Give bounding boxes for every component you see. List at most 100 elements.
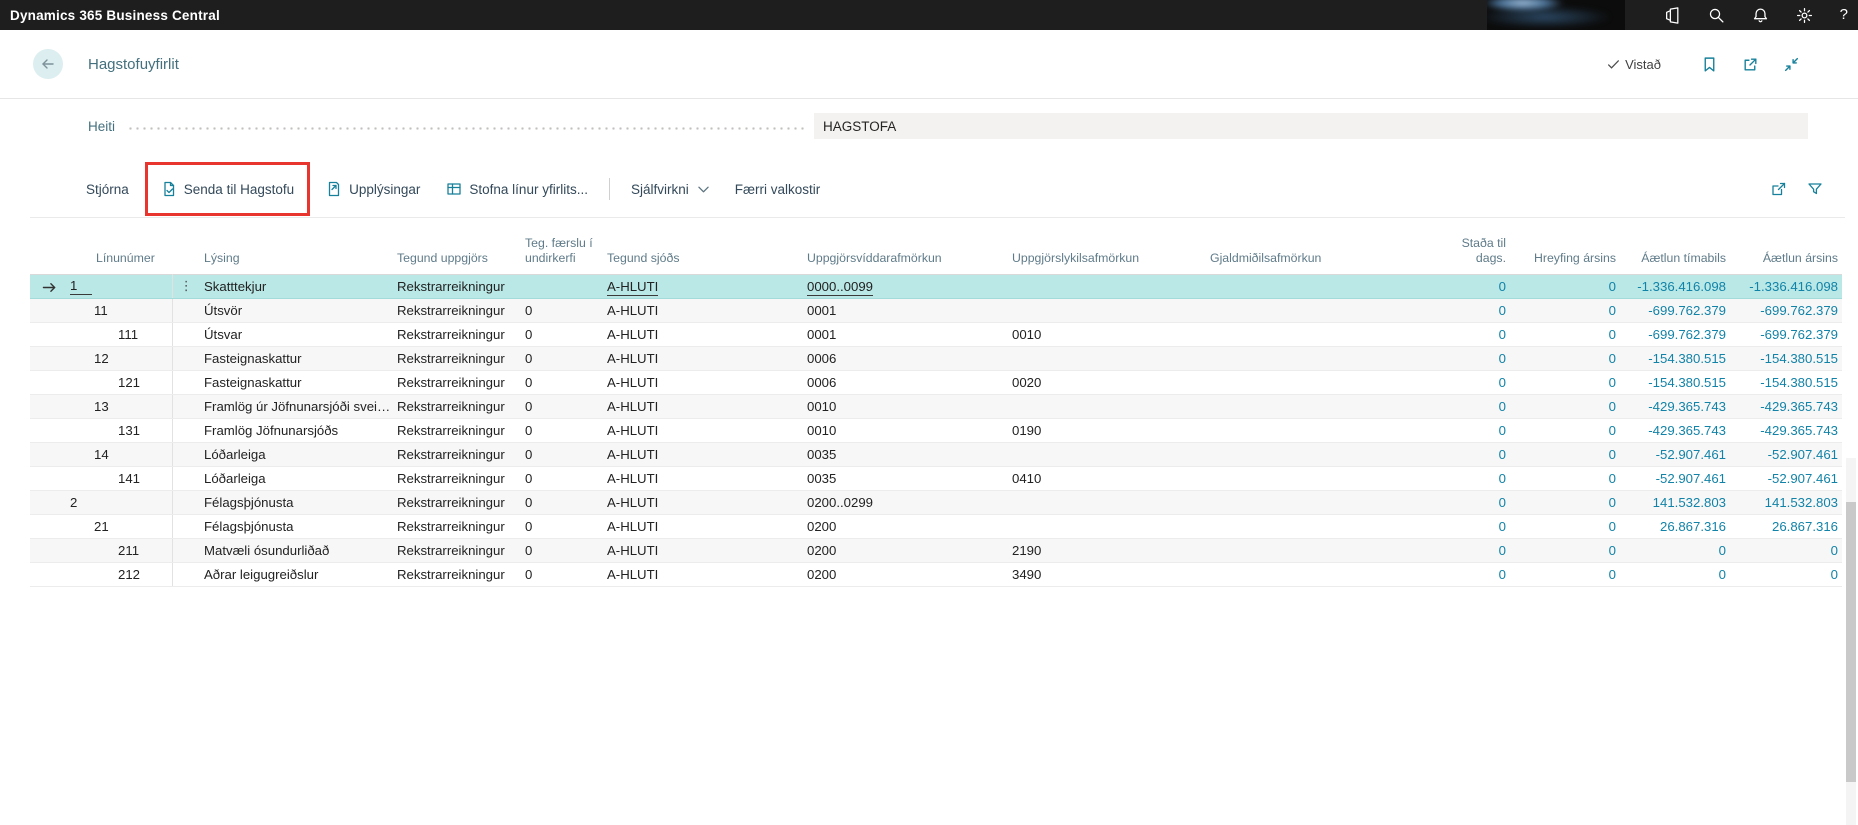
cell-gjaldmidils[interactable] [1208,442,1433,466]
cell-timabils[interactable]: 26.867.316 [1620,514,1730,538]
cell-timabils[interactable]: 141.532.803 [1620,490,1730,514]
cell-stada[interactable]: 0 [1433,370,1510,394]
cell-viddar[interactable]: 0006 [805,346,1010,370]
collapse-icon[interactable] [1783,56,1800,73]
cell-tegund_uppgjors[interactable]: Rekstrarreikningur [395,442,523,466]
cell-tegund_uppgjors[interactable]: Rekstrarreikningur [395,562,523,586]
cell-linunumer[interactable]: 111 [68,322,172,346]
cell-timabils[interactable]: -154.380.515 [1620,370,1730,394]
cell-gjaldmidils[interactable] [1208,298,1433,322]
col-header-gjaldmidils[interactable]: Gjaldmiðilsafmörkun [1208,230,1433,274]
cell-tegund_sjods[interactable]: A-HLUTI [605,538,805,562]
cell-timabils[interactable]: 0 [1620,562,1730,586]
search-icon[interactable] [1708,7,1725,24]
cell-hreyfing[interactable]: 0 [1510,418,1620,442]
cell-linunumer[interactable]: 2 [68,490,172,514]
cell-timabils[interactable]: -1.336.416.098 [1620,274,1730,298]
cell-tegund_sjods[interactable]: A-HLUTI [605,370,805,394]
cell-linunumer[interactable]: 131 [68,418,172,442]
cell-lysing[interactable]: Útsvar [202,322,395,346]
table-row[interactable]: 13Framlög úr Jöfnunarsjóði sveita...Reks… [30,394,1842,418]
cell-gjaldmidils[interactable] [1208,394,1433,418]
cell-arsins[interactable]: 141.532.803 [1730,490,1842,514]
cell-viddar[interactable]: 0001 [805,322,1010,346]
cell-tegund_uppgjors[interactable]: Rekstrarreikningur [395,466,523,490]
table-row[interactable]: 1⋮SkatttekjurRekstrarreikningurA-HLUTI00… [30,274,1842,298]
cell-tegund_uppgjors[interactable]: Rekstrarreikningur [395,490,523,514]
cell-lykils[interactable]: 0190 [1010,418,1208,442]
cell-hreyfing[interactable]: 0 [1510,538,1620,562]
cell-gjaldmidils[interactable] [1208,370,1433,394]
cell-timabils[interactable]: -699.762.379 [1620,298,1730,322]
cell-lysing[interactable]: Félagsþjónusta [202,490,395,514]
cell-arsins[interactable]: -429.365.743 [1730,394,1842,418]
cell-stada[interactable]: 0 [1433,298,1510,322]
cell-arsins[interactable]: -52.907.461 [1730,466,1842,490]
cell-stada[interactable]: 0 [1433,274,1510,298]
table-row[interactable]: 212Aðrar leigugreiðslurRekstrarreikningu… [30,562,1842,586]
cell-teg_faerslu[interactable]: 0 [523,514,605,538]
cell-stada[interactable]: 0 [1433,490,1510,514]
table-row[interactable]: 121FasteignaskatturRekstrarreikningur0A-… [30,370,1842,394]
heiti-input[interactable]: HAGSTOFA [814,113,1808,139]
fewer-options-button[interactable]: Færri valkostir [722,178,834,200]
scrollbar-thumb[interactable] [1846,502,1856,782]
cell-teg_faerslu[interactable] [523,274,605,298]
cell-arsins[interactable]: -429.365.743 [1730,418,1842,442]
share-icon[interactable] [1771,181,1787,197]
cell-lykils[interactable] [1010,514,1208,538]
cell-stada[interactable]: 0 [1433,562,1510,586]
cell-stada[interactable]: 0 [1433,418,1510,442]
upplysingar-button[interactable]: Upplýsingar [313,178,433,200]
cell-teg_faerslu[interactable]: 0 [523,418,605,442]
cell-stada[interactable]: 0 [1433,442,1510,466]
table-row[interactable]: 211Matvæli ósundurliðaðRekstrarreikningu… [30,538,1842,562]
cell-lykils[interactable] [1010,442,1208,466]
table-row[interactable]: 12FasteignaskatturRekstrarreikningur0A-H… [30,346,1842,370]
cell-lysing[interactable]: Skatttekjur [202,274,395,298]
cell-stada[interactable]: 0 [1433,538,1510,562]
popout-icon[interactable] [1742,56,1759,73]
cell-stada[interactable]: 0 [1433,322,1510,346]
bookmark-icon[interactable] [1701,56,1718,73]
cell-hreyfing[interactable]: 0 [1510,442,1620,466]
cell-lysing[interactable]: Útsvör [202,298,395,322]
cell-tegund_sjods[interactable]: A-HLUTI [605,394,805,418]
cell-hreyfing[interactable]: 0 [1510,322,1620,346]
cell-tegund_sjods[interactable]: A-HLUTI [605,490,805,514]
cell-lysing[interactable]: Fasteignaskattur [202,346,395,370]
help-icon[interactable]: ? [1840,0,1848,30]
cell-lykils[interactable] [1010,346,1208,370]
cell-lykils[interactable]: 2190 [1010,538,1208,562]
cell-gjaldmidils[interactable] [1208,274,1433,298]
cell-lysing[interactable]: Matvæli ósundurliðað [202,538,395,562]
cell-linunumer[interactable]: 11 [68,298,172,322]
cell-hreyfing[interactable]: 0 [1510,562,1620,586]
cell-arsins[interactable]: -52.907.461 [1730,442,1842,466]
cell-lysing[interactable]: Lóðarleiga [202,442,395,466]
cell-lykils[interactable] [1010,274,1208,298]
cell-arsins[interactable]: -699.762.379 [1730,322,1842,346]
cell-stada[interactable]: 0 [1433,514,1510,538]
cell-linunumer[interactable]: 12 [68,346,172,370]
cell-timabils[interactable]: -699.762.379 [1620,322,1730,346]
cell-arsins[interactable]: -1.336.416.098 [1730,274,1842,298]
cell-gjaldmidils[interactable] [1208,538,1433,562]
cell-timabils[interactable]: -154.380.515 [1620,346,1730,370]
col-header-hreyfing[interactable]: Hreyfing ársins [1510,230,1620,274]
cell-lykils[interactable] [1010,394,1208,418]
table-row[interactable]: 141LóðarleigaRekstrarreikningur0A-HLUTI0… [30,466,1842,490]
cell-teg_faerslu[interactable]: 0 [523,442,605,466]
cell-lykils[interactable] [1010,490,1208,514]
cell-tegund_sjods[interactable]: A-HLUTI [605,298,805,322]
cell-stada[interactable]: 0 [1433,346,1510,370]
cell-viddar[interactable]: 0035 [805,442,1010,466]
cell-tegund_uppgjors[interactable]: Rekstrarreikningur [395,538,523,562]
col-header-lysing[interactable]: Lýsing [202,230,395,274]
col-header-viddar[interactable]: Uppgjörsvíddarafmörkun [805,230,1010,274]
cell-lykils[interactable]: 3490 [1010,562,1208,586]
table-row[interactable]: 111ÚtsvarRekstrarreikningur0A-HLUTI00010… [30,322,1842,346]
table-row[interactable]: 21FélagsþjónustaRekstrarreikningur0A-HLU… [30,514,1842,538]
cell-viddar[interactable]: 0200 [805,538,1010,562]
cell-stada[interactable]: 0 [1433,466,1510,490]
